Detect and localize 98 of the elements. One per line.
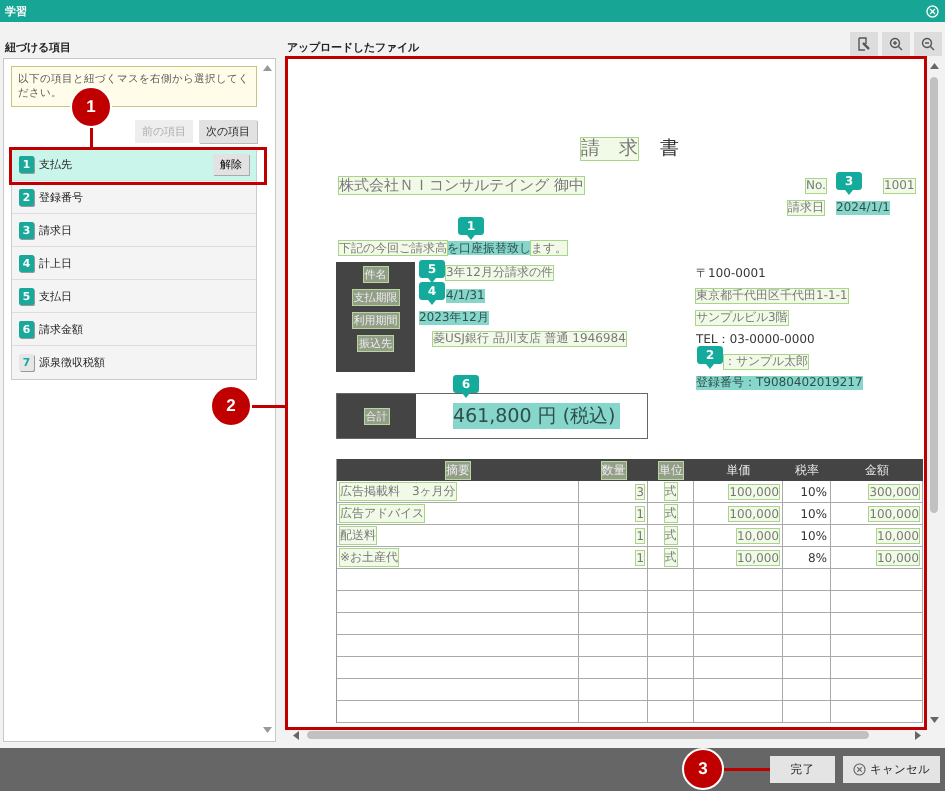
table-cell[interactable]: 8% — [808, 550, 827, 564]
table-cell[interactable]: 式 — [664, 549, 676, 566]
scroll-left-icon[interactable] — [293, 730, 299, 740]
field-label[interactable]: 利用期間 — [352, 313, 398, 328]
number-badge: 5 — [19, 288, 34, 304]
number-badge: 2 — [19, 188, 34, 206]
cancel-icon — [853, 763, 866, 776]
total-amount[interactable]: 461,800 円 (税込) — [453, 403, 620, 429]
page-edit-icon[interactable] — [850, 32, 878, 56]
item-label: 支払日 — [39, 288, 73, 304]
column-header[interactable]: 金額 — [865, 462, 889, 478]
document-text[interactable]: 書 — [660, 138, 679, 160]
number-badge: 4 — [19, 254, 34, 272]
column-header[interactable]: 単価 — [726, 462, 750, 478]
table-cell[interactable]: ※お土産代 — [340, 549, 398, 566]
document-text[interactable]: 1001 — [884, 179, 915, 193]
column-header[interactable]: 数量 — [602, 462, 626, 478]
document-text[interactable]: サンプルビル3階 — [696, 311, 788, 325]
list-item[interactable]: 6 請求金額 — [12, 313, 256, 346]
done-button[interactable]: 完了 — [770, 756, 835, 783]
table-cell[interactable]: 10,000 — [877, 550, 919, 564]
leader-line — [90, 128, 93, 147]
list-item[interactable]: 4 計上日 — [12, 247, 256, 280]
clear-button[interactable]: 解除 — [213, 154, 249, 174]
table-cell[interactable]: 式 — [664, 505, 676, 522]
scroll-up-icon[interactable] — [263, 65, 272, 71]
item-label: 登録番号 — [39, 190, 84, 204]
cancel-button[interactable]: キャンセル — [843, 756, 940, 783]
zoom-in-icon[interactable] — [882, 32, 910, 56]
table-cell[interactable]: 1 — [636, 550, 644, 564]
number-badge: 3 — [19, 222, 34, 238]
document-text[interactable]: TEL：03-0000-0000 — [696, 333, 815, 347]
document-text[interactable]: 3年12月分請求の件 — [446, 266, 553, 280]
table-cell[interactable]: 広告アドバイス — [340, 505, 424, 522]
table-cell[interactable]: 10,000 — [737, 550, 779, 564]
document-text[interactable]: 株式会社ＮＩコンサルテイング 御中 — [339, 177, 584, 194]
table-cell[interactable]: 1 — [636, 506, 644, 520]
scrollbar-thumb[interactable] — [307, 731, 869, 739]
table-cell[interactable]: 1 — [636, 528, 644, 542]
scroll-up-icon[interactable] — [930, 63, 938, 69]
leader-line — [252, 405, 287, 408]
list-item[interactable]: 3 請求日 — [12, 214, 256, 247]
number-badge: 6 — [19, 320, 34, 338]
document-text[interactable]: 請求日 — [788, 201, 824, 215]
document-text[interactable]: No. — [806, 179, 826, 193]
field-label[interactable]: 支払期限 — [352, 290, 398, 305]
table-cell[interactable]: 10,000 — [877, 528, 919, 542]
document-text[interactable]: 4/1/31 — [446, 289, 485, 303]
document-text[interactable]: 菱USJ銀行 品川支店 普通 1946984 — [433, 332, 626, 346]
number-badge: 1 — [19, 156, 34, 172]
table-cell[interactable]: 式 — [664, 483, 676, 500]
window-title: 学習 — [5, 4, 27, 18]
list-item[interactable]: 1 支払先 解除 — [12, 148, 256, 181]
scroll-right-icon[interactable] — [915, 730, 921, 740]
document-text[interactable]: 〒100-0001 — [696, 267, 766, 281]
column-header[interactable]: 摘要 — [446, 462, 470, 478]
table-cell[interactable]: 10% — [800, 484, 827, 498]
field-label[interactable]: 振込先 — [358, 336, 393, 351]
table-cell[interactable]: 10,000 — [737, 528, 779, 542]
table-cell[interactable]: 100,000 — [729, 484, 779, 498]
table-cell[interactable]: 100,000 — [729, 506, 779, 520]
field-label[interactable]: 件名 — [364, 267, 388, 282]
item-label: 計上日 — [39, 256, 73, 270]
number-badge: 7 — [19, 354, 34, 371]
list-item[interactable]: 5 支払日 — [12, 280, 256, 313]
panel-heading: 紐づける項目 — [4, 40, 72, 56]
document-text[interactable]: ：サンプル太郎 — [724, 355, 808, 369]
viewer-heading: アップロードしたファイル — [287, 40, 419, 56]
next-button[interactable]: 次の項目 — [199, 120, 257, 143]
document-text[interactable]: 2024/1/1 — [836, 201, 890, 215]
field-label[interactable]: 合計 — [364, 408, 388, 424]
close-icon[interactable] — [926, 4, 939, 18]
item-label: 源泉徴収税額 — [39, 355, 106, 370]
table-cell[interactable]: 10% — [800, 528, 827, 542]
column-header[interactable]: 税率 — [795, 462, 819, 478]
scroll-down-icon[interactable] — [930, 717, 938, 723]
item-label: 請求日 — [39, 222, 73, 238]
table-cell[interactable]: 広告掲載料 3ヶ月分 — [340, 483, 456, 500]
table-cell[interactable]: 式 — [664, 527, 676, 544]
table-cell[interactable]: 10% — [800, 506, 827, 520]
document-text[interactable]: 請 求 — [581, 138, 638, 160]
list-item[interactable]: 7 源泉徴収税額 — [12, 346, 256, 379]
table-cell[interactable]: 3 — [636, 484, 644, 498]
document-text[interactable]: 2023年12月 — [419, 311, 489, 325]
table-cell[interactable]: 配送料 — [340, 527, 376, 544]
scroll-down-icon[interactable] — [263, 727, 272, 733]
item-label: 支払先 — [39, 156, 73, 172]
scrollbar-thumb[interactable] — [930, 77, 938, 513]
table-cell[interactable]: 300,000 — [869, 484, 919, 498]
table-cell[interactable]: 100,000 — [869, 506, 919, 520]
document-text[interactable]: 東京都千代田区千代田1-1-1 — [696, 289, 848, 303]
item-label: 請求金額 — [39, 322, 84, 336]
document-text[interactable]: 下記の今回ご請求高を口座振替致し ます。 — [339, 242, 567, 256]
column-header[interactable]: 単位 — [659, 462, 683, 478]
document-text[interactable]: 登録番号：T9080402019217 — [696, 376, 863, 390]
leader-line — [724, 768, 770, 771]
list-item[interactable]: 2 登録番号 — [12, 181, 256, 214]
zoom-out-icon[interactable] — [914, 32, 942, 56]
